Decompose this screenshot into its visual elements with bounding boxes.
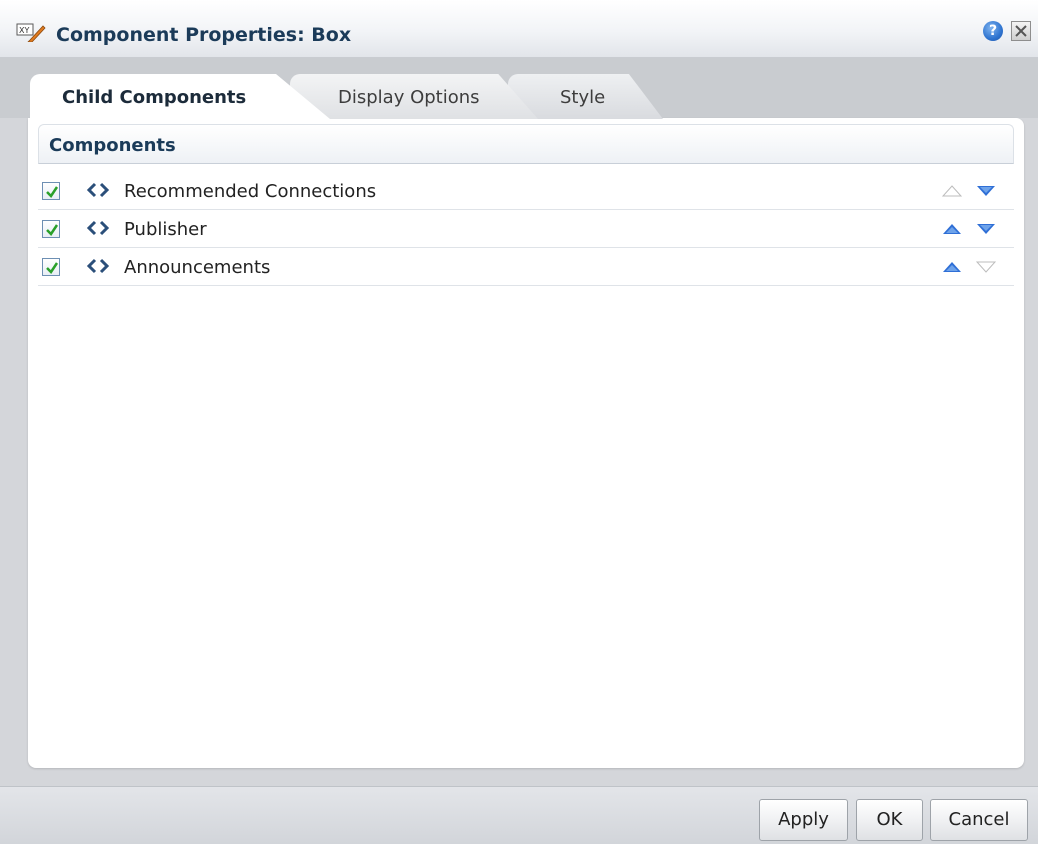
list-item: Announcements — [38, 248, 1014, 286]
code-brackets-icon — [86, 220, 110, 236]
component-label: Announcements — [124, 257, 271, 278]
component-checkbox[interactable] — [42, 182, 60, 200]
component-label: Recommended Connections — [124, 181, 377, 202]
ok-button[interactable]: OK — [856, 799, 923, 841]
dialog-title: Component Properties: Box — [56, 24, 352, 46]
move-down-disabled-icon — [976, 261, 996, 273]
svg-text:XY: XY — [19, 26, 29, 35]
help-icon[interactable]: ? — [983, 21, 1003, 41]
code-brackets-icon — [86, 258, 110, 274]
dialog-titlebar: XY Component Properties: Box ? — [0, 0, 1038, 58]
tab-child-components[interactable]: Child Components — [30, 74, 330, 119]
components-section-header: Components — [38, 124, 1014, 164]
move-up-disabled-icon — [942, 185, 962, 197]
cancel-button[interactable]: Cancel — [930, 799, 1028, 841]
move-up-icon[interactable] — [942, 223, 962, 235]
move-down-icon[interactable] — [976, 185, 996, 197]
tab-content-panel: Components Recommended Connections Publi… — [28, 118, 1024, 768]
list-item: Recommended Connections — [38, 172, 1014, 210]
component-label: Publisher — [124, 219, 207, 240]
code-brackets-icon — [86, 182, 110, 198]
move-down-icon[interactable] — [976, 223, 996, 235]
edit-properties-icon: XY — [16, 23, 46, 42]
tab-strip: Style Display Options Child Components — [0, 58, 1038, 119]
close-icon[interactable] — [1011, 21, 1031, 41]
component-checkbox[interactable] — [42, 258, 60, 276]
move-up-icon[interactable] — [942, 261, 962, 273]
tab-display-options[interactable]: Display Options — [290, 74, 538, 119]
list-item: Publisher — [38, 210, 1014, 248]
dialog-footer: Apply OK Cancel — [0, 786, 1038, 844]
apply-button[interactable]: Apply — [759, 799, 848, 841]
section-title: Components — [49, 135, 176, 156]
component-checkbox[interactable] — [42, 220, 60, 238]
